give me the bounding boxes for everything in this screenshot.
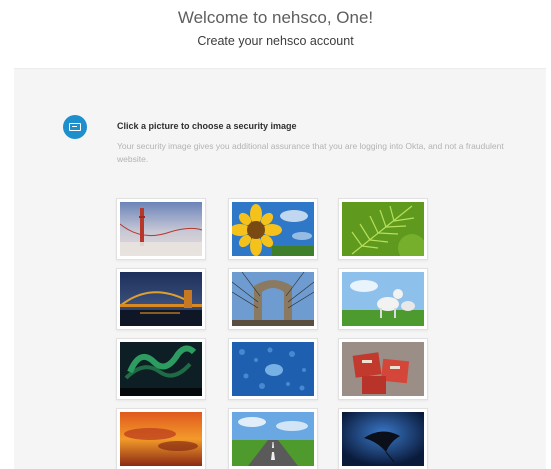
welcome-title: Welcome to nehsco, One! [177, 8, 374, 27]
security-image-card: Click a picture to choose a security ima… [14, 68, 546, 469]
security-image-fern[interactable] [338, 198, 428, 260]
security-image-grid [116, 198, 428, 469]
security-image-description: Your security image gives you additional… [117, 141, 504, 164]
page-subtitle: Create your nehsco account [197, 34, 354, 48]
security-image-heading: Click a picture to choose a security ima… [117, 121, 297, 131]
security-image-sunflower[interactable] [228, 198, 318, 260]
security-image-icon [63, 115, 87, 139]
security-image-aurora[interactable] [116, 338, 206, 400]
security-image-sunset[interactable] [116, 408, 206, 469]
security-image-letter-blocks[interactable] [338, 338, 428, 400]
security-image-road[interactable] [228, 408, 318, 469]
security-image-brooklyn-bridge[interactable] [228, 268, 318, 330]
signup-page: Welcome to nehsco, One! Create your nehs… [0, 0, 551, 469]
security-image-stingray[interactable] [338, 408, 428, 469]
security-image-golden-gate[interactable] [116, 198, 206, 260]
security-image-goats[interactable] [338, 268, 428, 330]
security-image-bridge-night[interactable] [116, 268, 206, 330]
security-image-water-drops[interactable] [228, 338, 318, 400]
